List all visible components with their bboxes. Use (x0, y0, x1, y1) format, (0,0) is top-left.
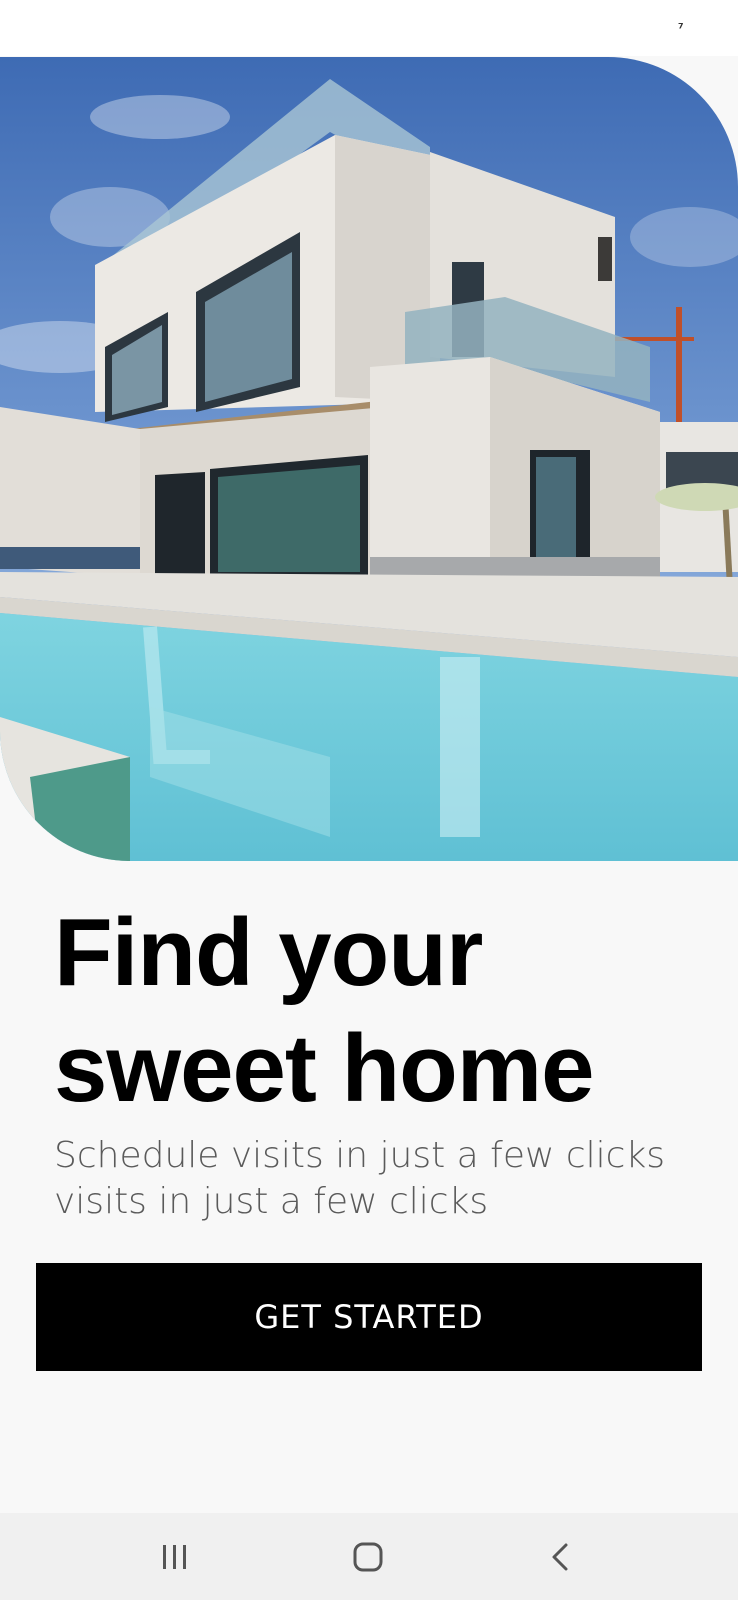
system-navigation-bar (0, 1513, 738, 1600)
status-indicator-icon: ⁷ (678, 22, 684, 37)
headline: Find your sweet home (54, 895, 595, 1127)
subtitle: Schedule visits in just a few clicks vis… (54, 1133, 694, 1225)
back-icon-glyph (552, 1543, 568, 1571)
subtitle-line-1: Schedule visits in just a few clicks (54, 1135, 666, 1176)
back-icon[interactable] (530, 1531, 590, 1583)
subtitle-line-2: visits in just a few clicks (54, 1181, 489, 1222)
headline-line-1: Find your (54, 899, 483, 1006)
home-icon[interactable] (338, 1531, 398, 1583)
recents-icon-glyph (163, 1545, 186, 1569)
headline-line-2: sweet home (54, 1015, 595, 1122)
recents-icon[interactable] (145, 1531, 205, 1583)
hero-image (0, 57, 738, 861)
home-icon-glyph (353, 1542, 383, 1572)
status-bar: ⁷ (0, 0, 738, 56)
villa-illustration (0, 57, 738, 861)
get-started-button[interactable]: GET STARTED (36, 1263, 702, 1371)
